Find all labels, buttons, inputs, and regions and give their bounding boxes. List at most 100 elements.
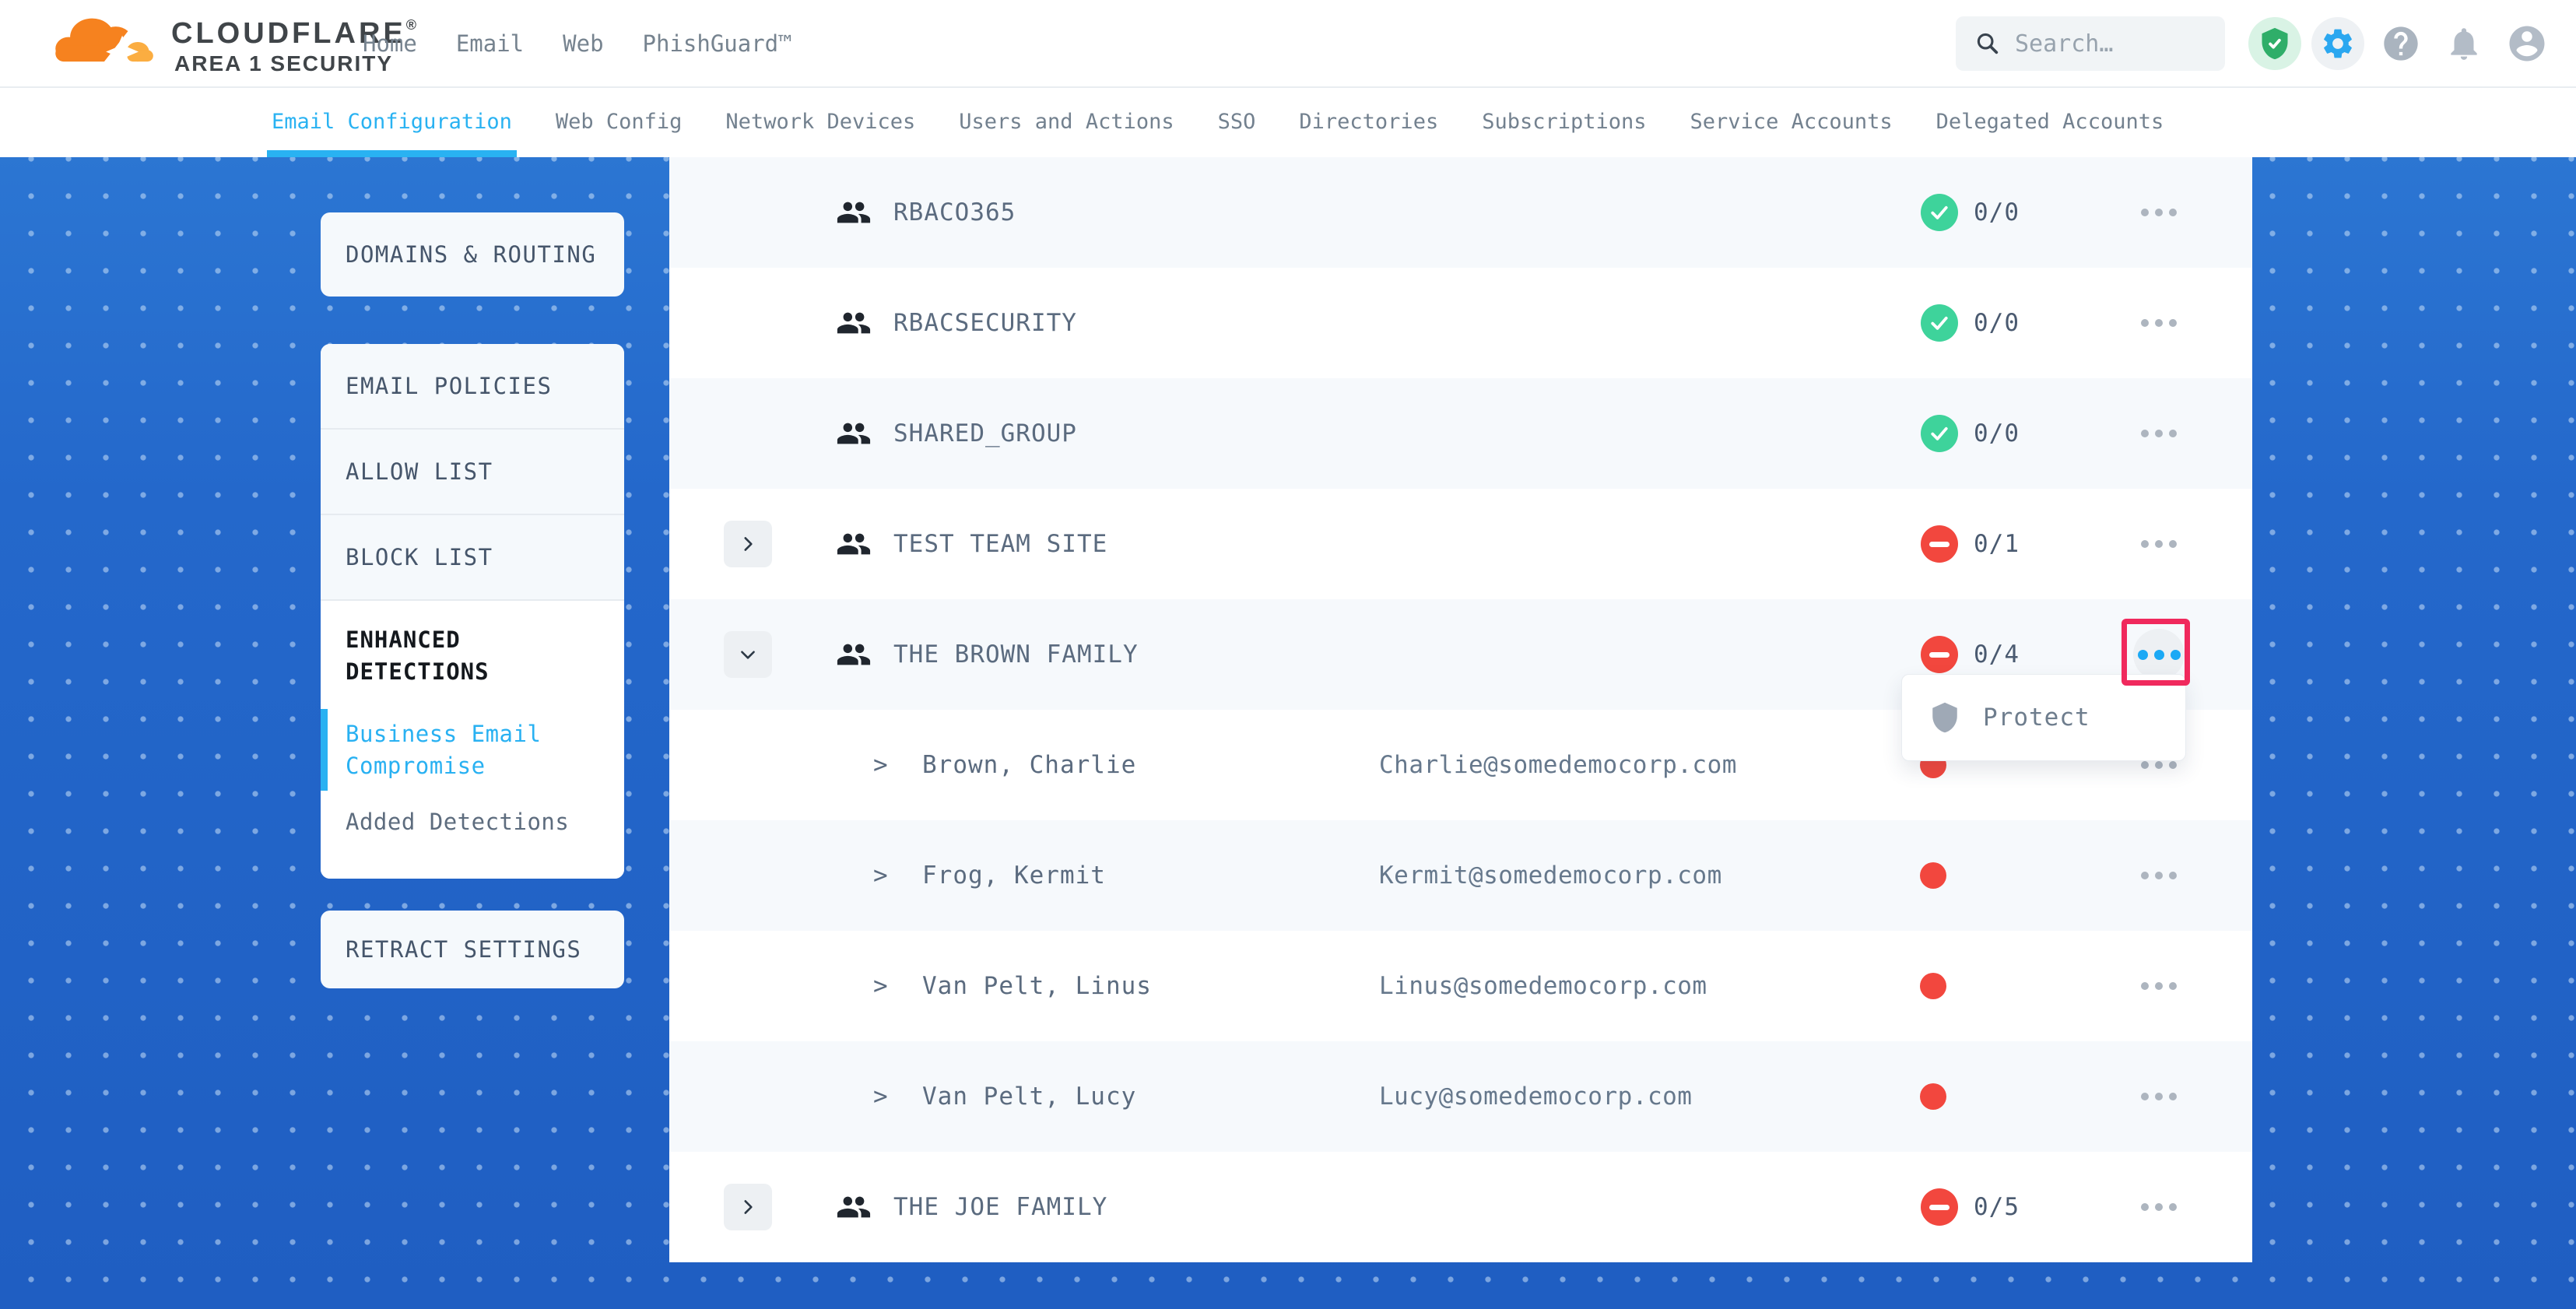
member-chevron[interactable]: > [873,751,888,779]
row-menu-button[interactable] [2133,297,2185,349]
top-nav-item[interactable]: Web [563,30,603,57]
member-status-dot [1920,1083,1946,1110]
dots-icon [2141,430,2149,437]
status-badge [1921,415,1958,452]
tab-web-config[interactable]: Web Config [556,86,683,157]
status-badge [1921,525,1958,563]
dots-icon [2169,982,2177,990]
search-box[interactable] [1956,16,2225,71]
tab-delegated-accounts[interactable]: Delegated Accounts [1936,86,2164,157]
section-tabs: Email Configuration Web Config Network Dev… [0,86,2576,157]
dots-icon [2169,872,2177,879]
table-row: > Frog, Kermit Kermit@somedemocorp.com [669,820,2252,931]
tab-sso[interactable]: SSO [1218,86,1256,157]
group-icon [836,305,872,341]
tab-directories[interactable]: Directories [1299,86,1438,157]
group-name: THE BROWN FAMILY [893,640,1139,669]
search-icon [1974,30,2001,57]
top-nav-item[interactable]: Email [456,30,524,57]
table-row: THE JOE FAMILY 0/5 [669,1152,2252,1262]
dots-icon [2155,761,2163,769]
row-menu-button[interactable] [2133,850,2185,901]
member-status-dot [1920,862,1946,889]
settings-gear-icon[interactable] [2311,17,2364,70]
group-name: TEST TEAM SITE [893,530,1107,558]
member-chevron[interactable]: > [873,862,888,890]
row-menu-button[interactable] [2133,1071,2185,1122]
row-menu-button[interactable] [2133,408,2185,459]
tab-users-and-actions[interactable]: Users and Actions [959,86,1174,157]
sidebar-item-block-list[interactable]: BLOCK LIST [321,515,624,601]
table-row: TEST TEAM SITE 0/1 [669,489,2252,599]
sidebar-item-email-policies[interactable]: EMAIL POLICIES [321,344,624,430]
member-name: Frog, Kermit [922,862,1106,890]
expand-button[interactable] [724,521,772,567]
member-chevron[interactable]: > [873,972,888,1000]
row-menu-button[interactable] [2133,187,2185,238]
member-email: Charlie@somedemocorp.com [1379,751,1737,779]
tab-network-devices[interactable]: Network Devices [725,86,915,157]
group-icon [836,195,872,230]
dots-icon [2155,1203,2163,1211]
sidebar-item-added-detections[interactable]: Added Detections [346,794,579,851]
expand-button[interactable] [724,1184,772,1230]
sidebar-item-business-email-compromise[interactable]: Business Email Compromise [346,706,579,794]
table-row: SHARED_GROUP 0/0 [669,378,2252,489]
search-input[interactable] [2013,30,2188,58]
sidebar-item-retract-settings[interactable]: RETRACT SETTINGS [321,911,624,988]
dots-icon [2155,540,2163,548]
context-menu-item-protect[interactable]: Protect [1983,704,2090,732]
top-header: CLOUDFLARE® AREA 1 SECURITY HomeEmailWeb… [0,0,2576,88]
chevron-right-icon [738,644,758,665]
dots-icon [2169,540,2177,548]
check-icon [1928,311,1951,335]
help-icon[interactable] [2374,17,2427,70]
notifications-bell-icon[interactable] [2437,17,2490,70]
dots-icon [2155,209,2163,216]
dots-icon [2141,982,2149,990]
chevron-right-icon [738,1197,758,1217]
top-nav: Home Email Web PhishGuard™ [363,0,792,86]
check-icon [1928,422,1951,445]
dots-icon [2155,872,2163,879]
top-nav-item[interactable]: Home [363,30,417,57]
row-menu-button[interactable] [2133,960,2185,1012]
tab-email-configuration[interactable]: Email Configuration [272,86,512,157]
row-menu-button[interactable] [2133,629,2185,680]
member-name: Van Pelt, Linus [922,972,1152,1000]
dots-icon [2141,761,2149,769]
group-icon [836,416,872,451]
shield-check-icon[interactable] [2248,17,2301,70]
member-name: Brown, Charlie [922,751,1136,779]
sidebar-policy-list: EMAIL POLICIESALLOW LISTBLOCK LIST [321,344,624,601]
enhanced-detections-title[interactable]: ENHANCED DETECTIONS [346,624,579,687]
sidebar-policies-card: EMAIL POLICIESALLOW LISTBLOCK LIST ENHAN… [321,344,624,879]
row-menu-button[interactable] [2133,1181,2185,1233]
expand-button[interactable] [724,631,772,678]
dots-icon [2154,650,2164,660]
chevron-right-icon [738,534,758,554]
member-chevron[interactable]: > [873,1083,888,1111]
tab-subscriptions[interactable]: Subscriptions [1482,86,1646,157]
sidebar-item-allow-list[interactable]: ALLOW LIST [321,430,624,515]
row-menu-button[interactable] [2133,518,2185,570]
sidebar-item-label: DOMAINS & ROUTING [346,241,596,268]
sidebar-item-domains-routing[interactable]: DOMAINS & ROUTING [321,212,624,297]
dots-icon [2155,319,2163,327]
group-name: SHARED_GROUP [893,419,1077,447]
protected-count: 0/0 [1974,419,2020,447]
dots-icon [2171,650,2181,660]
check-icon [1928,201,1951,224]
account-icon[interactable] [2501,17,2553,70]
protected-count: 0/5 [1974,1193,2020,1221]
group-name: RBACSECURITY [893,309,1077,337]
dots-icon [2141,1203,2149,1211]
dots-icon [2169,319,2177,327]
brand-subtitle: AREA 1 SECURITY [174,51,393,76]
dots-icon [2169,430,2177,437]
dots-icon [2169,761,2177,769]
dots-icon [2155,1093,2163,1100]
tab-service-accounts[interactable]: Service Accounts [1690,86,1893,157]
top-nav-item[interactable]: PhishGuard™ [643,30,792,57]
dots-icon [2141,319,2149,327]
